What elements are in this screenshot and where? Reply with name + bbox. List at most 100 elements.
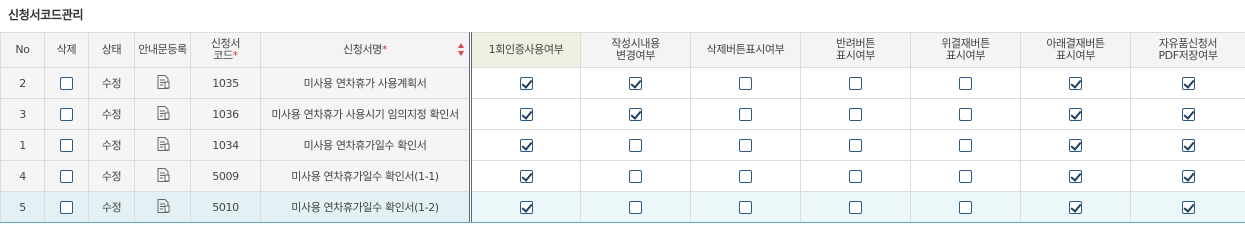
return-button-checkbox[interactable] bbox=[849, 107, 862, 121]
row-delete-cell bbox=[44, 191, 89, 223]
return-button-checkbox-cell bbox=[800, 160, 911, 192]
pdf-save-checkbox-cell bbox=[1130, 98, 1245, 130]
delegate-button-checkbox[interactable] bbox=[959, 138, 972, 152]
row-status: 수정 bbox=[88, 191, 135, 223]
delete-checkbox[interactable] bbox=[60, 76, 73, 90]
delete-checkbox[interactable] bbox=[60, 200, 73, 214]
table-row[interactable]: 5 수정 5010 미사용 연차휴가일수 확인서(1-2) bbox=[0, 191, 1245, 223]
row-guide-cell bbox=[134, 98, 191, 130]
row-guide-cell bbox=[134, 129, 191, 161]
delegate-button-checkbox[interactable] bbox=[959, 76, 972, 90]
pdf-save-checkbox[interactable] bbox=[1181, 200, 1195, 214]
delegate-button-checkbox[interactable] bbox=[959, 107, 972, 121]
table-row[interactable]: 1 수정 1034 미사용 연차휴가일수 확인서 bbox=[0, 129, 1245, 161]
pdf-save-checkbox[interactable] bbox=[1181, 107, 1195, 121]
delete-button-checkbox-cell bbox=[690, 129, 801, 161]
pdf-save-checkbox[interactable] bbox=[1181, 76, 1195, 90]
auth-checkbox[interactable] bbox=[519, 138, 533, 152]
document-edit-icon[interactable] bbox=[155, 167, 171, 186]
edit-checkbox[interactable] bbox=[629, 138, 642, 152]
auth-checkbox-cell bbox=[470, 191, 581, 223]
row-status: 수정 bbox=[88, 98, 135, 130]
pdf-save-checkbox[interactable] bbox=[1181, 169, 1195, 183]
table-row[interactable]: 4 수정 5009 미사용 연차휴가일수 확인서(1-1) bbox=[0, 160, 1245, 192]
edit-checkbox[interactable] bbox=[629, 76, 642, 90]
col-header-delete-button[interactable]: 삭제버튼표시여부 bbox=[690, 32, 801, 68]
document-edit-icon[interactable] bbox=[155, 136, 171, 155]
return-button-checkbox-cell bbox=[800, 98, 911, 130]
below-button-checkbox-cell bbox=[1020, 160, 1131, 192]
row-code: 1035 bbox=[190, 67, 261, 99]
col-header-name[interactable]: 신청서명* bbox=[260, 32, 472, 68]
auth-checkbox[interactable] bbox=[519, 200, 533, 214]
document-edit-icon[interactable] bbox=[155, 74, 171, 93]
document-edit-icon[interactable] bbox=[155, 198, 171, 217]
delete-checkbox[interactable] bbox=[60, 107, 73, 121]
col-header-delegate-button[interactable]: 위결재버튼 표시여부 bbox=[910, 32, 1021, 68]
col-header-edit[interactable]: 작성시내용 변경여부 bbox=[580, 32, 691, 68]
row-no: 2 bbox=[0, 67, 45, 99]
edit-checkbox[interactable] bbox=[629, 169, 642, 183]
col-header-below-button[interactable]: 아래결재버튼 표시여부 bbox=[1020, 32, 1131, 68]
auth-checkbox[interactable] bbox=[519, 76, 533, 90]
auth-checkbox-cell bbox=[470, 160, 581, 192]
delete-checkbox[interactable] bbox=[60, 169, 73, 183]
edit-checkbox[interactable] bbox=[629, 107, 642, 121]
edit-checkbox-cell bbox=[580, 191, 691, 223]
row-no: 3 bbox=[0, 98, 45, 130]
col-header-pdf[interactable]: 자유품신청서 PDF저장여부 bbox=[1130, 32, 1245, 68]
row-code: 1036 bbox=[190, 98, 261, 130]
row-name: 미사용 연차휴가 사용계획서 bbox=[260, 67, 472, 99]
return-button-checkbox[interactable] bbox=[849, 138, 862, 152]
delete-button-checkbox[interactable] bbox=[739, 76, 752, 90]
table-row[interactable]: 2 수정 1035 미사용 연차휴가 사용계획서 bbox=[0, 67, 1245, 99]
delegate-button-checkbox-cell bbox=[910, 67, 1021, 99]
row-delete-cell bbox=[44, 67, 89, 99]
delete-button-checkbox-cell bbox=[690, 67, 801, 99]
required-mark: * bbox=[232, 49, 239, 62]
col-header-return-button[interactable]: 반려버튼 표시여부 bbox=[800, 32, 911, 68]
auth-checkbox[interactable] bbox=[519, 107, 533, 121]
below-button-checkbox[interactable] bbox=[1069, 138, 1082, 152]
document-edit-icon[interactable] bbox=[155, 105, 171, 124]
row-delete-cell bbox=[44, 98, 89, 130]
edit-checkbox[interactable] bbox=[629, 200, 642, 214]
delegate-button-checkbox-cell bbox=[910, 98, 1021, 130]
delegate-button-checkbox-cell bbox=[910, 129, 1021, 161]
return-button-checkbox[interactable] bbox=[849, 169, 862, 183]
below-button-checkbox[interactable] bbox=[1069, 76, 1082, 90]
row-guide-cell bbox=[134, 67, 191, 99]
delegate-button-checkbox[interactable] bbox=[959, 200, 972, 214]
below-button-checkbox-cell bbox=[1020, 67, 1131, 99]
col-header-status[interactable]: 상태 bbox=[88, 32, 135, 68]
col-header-no[interactable]: No bbox=[0, 32, 45, 68]
below-button-checkbox[interactable] bbox=[1069, 200, 1082, 214]
auth-checkbox[interactable] bbox=[519, 169, 533, 183]
delete-button-checkbox[interactable] bbox=[739, 200, 752, 214]
col-header-guide[interactable]: 안내문등록 bbox=[134, 32, 191, 68]
delete-button-checkbox[interactable] bbox=[739, 169, 752, 183]
pdf-save-checkbox-cell bbox=[1130, 129, 1245, 161]
below-button-checkbox-cell bbox=[1020, 98, 1131, 130]
edit-checkbox-cell bbox=[580, 98, 691, 130]
col-header-code[interactable]: 신청서 코드* bbox=[190, 32, 261, 68]
below-button-checkbox-cell bbox=[1020, 191, 1131, 223]
row-delete-cell bbox=[44, 160, 89, 192]
delete-button-checkbox[interactable] bbox=[739, 138, 752, 152]
delete-button-checkbox[interactable] bbox=[739, 107, 752, 121]
delete-button-checkbox-cell bbox=[690, 191, 801, 223]
form-code-grid: No 삭제 상태 안내문등록 신청서 코드* 신청서명* 1회인증사용여부 작성… bbox=[0, 32, 1245, 223]
pdf-save-checkbox-cell bbox=[1130, 160, 1245, 192]
pdf-save-checkbox[interactable] bbox=[1181, 138, 1195, 152]
return-button-checkbox[interactable] bbox=[849, 76, 862, 90]
col-header-delete[interactable]: 삭제 bbox=[44, 32, 89, 68]
return-button-checkbox[interactable] bbox=[849, 200, 862, 214]
delete-checkbox[interactable] bbox=[60, 138, 73, 152]
delegate-button-checkbox[interactable] bbox=[959, 169, 972, 183]
table-row[interactable]: 3 수정 1036 미사용 연차휴가 사용시기 임의지정 확인서 bbox=[0, 98, 1245, 130]
sort-icon[interactable] bbox=[458, 43, 464, 57]
below-button-checkbox[interactable] bbox=[1069, 169, 1082, 183]
col-header-auth[interactable]: 1회인증사용여부 bbox=[470, 32, 581, 68]
pdf-save-checkbox-cell bbox=[1130, 67, 1245, 99]
below-button-checkbox[interactable] bbox=[1069, 107, 1082, 121]
